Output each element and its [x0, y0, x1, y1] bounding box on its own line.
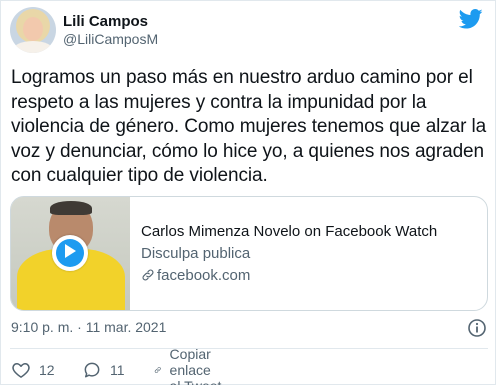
tweet-line: con cualquier tipo de violencia. — [11, 165, 268, 186]
like-button[interactable]: 12 — [11, 360, 55, 380]
link-icon — [142, 269, 154, 281]
info-icon[interactable] — [467, 318, 487, 338]
tweet-embed: Lili Campos @LiliCamposM Logramos un pas… — [0, 0, 496, 385]
play-icon[interactable] — [52, 235, 88, 271]
tweet-line: violencia de género. Como mujeres tenemo… — [11, 116, 487, 137]
card-domain[interactable]: facebook.com — [141, 267, 250, 284]
twitter-bird-icon[interactable] — [459, 9, 483, 29]
card-title[interactable]: Carlos Mimenza Novelo on Facebook Watch — [141, 223, 437, 240]
play-icon-triangle — [65, 244, 76, 258]
tweet-timestamp[interactable]: 9:10 p. m. · 11 mar. 2021 — [11, 319, 166, 335]
tweet-line: Logramos un paso más en nuestro arduo ca… — [11, 67, 473, 88]
reply-button[interactable]: 11 — [82, 360, 125, 380]
link-preview-card[interactable]: Carlos Mimenza Novelo on Facebook Watch … — [10, 196, 488, 311]
tweet-line: voz y denunciar, cómo lo hice yo, a quie… — [11, 140, 484, 162]
avatar-face — [23, 17, 43, 41]
card-domain-text: facebook.com — [157, 267, 251, 284]
copy-link-button[interactable]: Copiar enlace al Tweet — [154, 346, 223, 385]
avatar[interactable] — [10, 7, 56, 53]
link-icon — [154, 367, 161, 373]
card-description: Disculpa publica — [141, 245, 251, 262]
author-name[interactable]: Lili Campos — [63, 13, 148, 30]
copy-link-label: Copiar enlace al Tweet — [169, 346, 222, 385]
author-handle[interactable]: @LiliCamposM — [63, 31, 158, 47]
thumbnail-person-hair — [50, 201, 92, 215]
tweet-text: Logramos un paso más en nuestro arduo ca… — [11, 66, 489, 189]
reply-icon — [84, 362, 100, 378]
reply-count: 11 — [110, 362, 125, 378]
tweet-line: respeto a las mujeres y contra la impuni… — [11, 91, 427, 113]
avatar-shoulders — [12, 41, 54, 53]
video-thumbnail[interactable] — [11, 197, 130, 310]
heart-icon — [12, 363, 30, 378]
divider — [10, 348, 488, 349]
like-count: 12 — [39, 362, 55, 378]
